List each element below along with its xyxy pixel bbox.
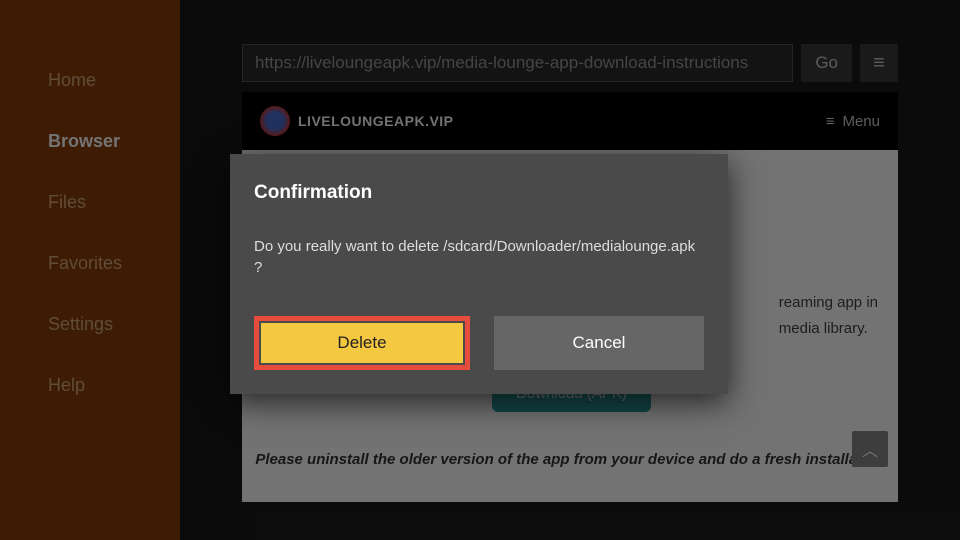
delete-button-highlight: Delete bbox=[254, 316, 470, 370]
dialog-message: Do you really want to delete /sdcard/Dow… bbox=[254, 236, 704, 278]
delete-button[interactable]: Delete bbox=[261, 323, 463, 363]
dialog-title: Confirmation bbox=[254, 182, 704, 204]
cancel-button[interactable]: Cancel bbox=[494, 316, 704, 370]
confirmation-dialog: Confirmation Do you really want to delet… bbox=[230, 154, 728, 394]
dialog-button-row: Delete Cancel bbox=[254, 316, 704, 370]
